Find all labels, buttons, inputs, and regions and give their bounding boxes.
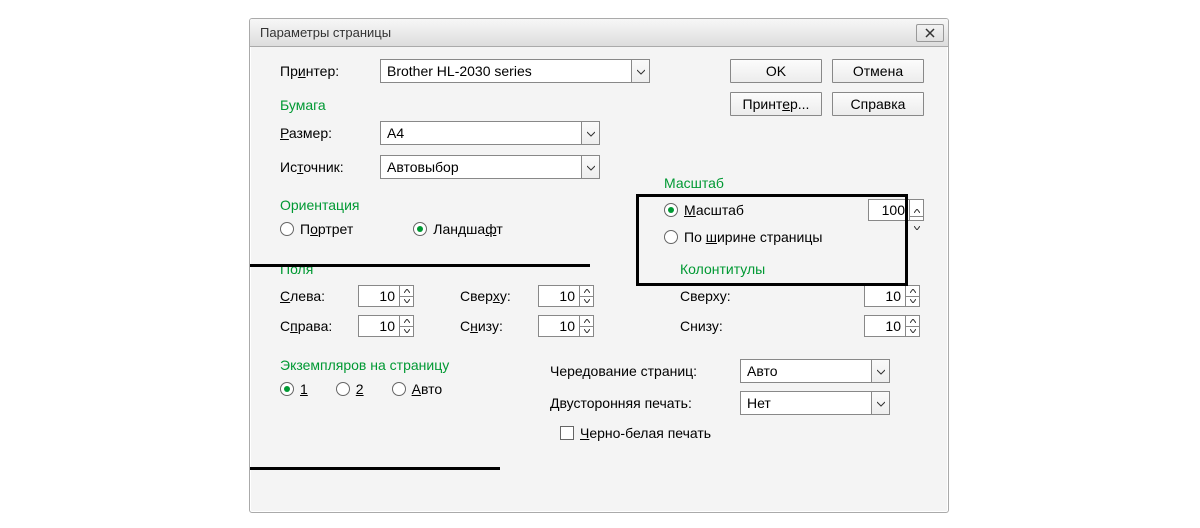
margins-section-title: Поля (280, 255, 640, 281)
orientation-landscape-radio[interactable]: Ландшафт (413, 221, 503, 237)
scale-value: 100 (869, 200, 909, 220)
headers-section-title: Колонтитулы (680, 255, 920, 281)
radio-icon (392, 382, 406, 396)
margin-left-label: Слева: (280, 288, 350, 304)
titlebar: Параметры страницы (250, 19, 948, 47)
paper-source-button[interactable] (581, 156, 599, 178)
margin-right-label: Справа: (280, 318, 350, 334)
header-bottom-spinner[interactable]: 10 (864, 315, 920, 337)
duplex-label: Двусторонняя печать: (550, 395, 730, 411)
printer-combo-button[interactable] (631, 60, 649, 82)
close-icon (925, 25, 935, 41)
scale-section-title: Масштаб (664, 169, 924, 195)
margin-left-spinner[interactable]: 10 (358, 285, 414, 307)
copies-two-radio[interactable]: 2 (336, 381, 364, 397)
header-top-label: Сверху: (680, 288, 750, 304)
chevron-down-icon (637, 63, 645, 79)
scale-custom-radio[interactable]: Масштаб (664, 202, 744, 218)
radio-icon (280, 382, 294, 396)
margin-right-spinner[interactable]: 10 (358, 315, 414, 337)
bw-print-checkbox[interactable]: Черно-белая печать (560, 425, 711, 441)
radio-icon (336, 382, 350, 396)
dialog-content: Принтер: Brother HL-2030 series OK Отмен… (250, 47, 948, 457)
orientation-section-title: Ориентация (280, 191, 610, 217)
chevron-down-icon (877, 363, 885, 379)
printer-combo-text: Brother HL-2030 series (381, 60, 631, 82)
checkbox-icon (560, 426, 574, 440)
help-button[interactable]: Справка (832, 92, 924, 116)
scale-step-down[interactable] (910, 216, 923, 233)
printer-label: Принтер: (280, 63, 370, 79)
window-title: Параметры страницы (260, 25, 916, 40)
paper-source-combo[interactable]: Автовыбор (380, 155, 600, 179)
paper-source-label: Источник: (280, 159, 370, 175)
orientation-landscape-label: Ландшафт (433, 221, 503, 237)
duplex-combo-button[interactable] (871, 392, 889, 414)
duplex-combo[interactable]: Нет (740, 391, 890, 415)
paper-size-combo[interactable]: A4 (380, 121, 600, 145)
paper-size-label: Размер: (280, 125, 370, 141)
scale-spinner[interactable]: 100 (868, 199, 924, 221)
close-button[interactable] (916, 24, 944, 42)
header-bottom-label: Снизу: (680, 318, 750, 334)
radio-icon (664, 230, 678, 244)
paper-section-title: Бумага (280, 91, 326, 117)
chevron-down-icon (587, 159, 595, 175)
copies-one-label: 1 (300, 381, 308, 397)
copies-two-label: 2 (356, 381, 364, 397)
orientation-portrait-radio[interactable]: Портрет (280, 221, 353, 237)
printer-combo[interactable]: Brother HL-2030 series (380, 59, 650, 83)
margin-top-label: Сверху: (460, 288, 530, 304)
paper-source-text: Автовыбор (381, 156, 581, 178)
chevron-down-icon (587, 125, 595, 141)
copies-auto-label: Авто (412, 381, 443, 397)
radio-icon (280, 222, 294, 236)
scale-fit-radio[interactable]: По ширине страницы (664, 229, 822, 245)
radio-icon (664, 203, 678, 217)
bw-print-label: Черно-белая печать (580, 425, 711, 441)
interleave-combo[interactable]: Авто (740, 359, 890, 383)
paper-size-button[interactable] (581, 122, 599, 144)
paper-size-text: A4 (381, 122, 581, 144)
printer-settings-button[interactable]: Принтер... (730, 92, 822, 116)
margin-top-spinner[interactable]: 10 (538, 285, 594, 307)
cancel-button[interactable]: Отмена (832, 59, 924, 83)
chevron-down-icon (914, 217, 920, 233)
copies-section-title: Экземпляров на страницу (280, 351, 530, 377)
interleave-combo-button[interactable] (871, 360, 889, 382)
header-top-spinner[interactable]: 10 (864, 285, 920, 307)
copies-one-radio[interactable]: 1 (280, 381, 308, 397)
margin-bottom-spinner[interactable]: 10 (538, 315, 594, 337)
highlight-copies (250, 467, 500, 470)
scale-step-up[interactable] (910, 200, 923, 216)
radio-icon (413, 222, 427, 236)
scale-fit-label: По ширине страницы (684, 229, 822, 245)
orientation-portrait-label: Портрет (300, 221, 353, 237)
margin-bottom-label: Снизу: (460, 318, 530, 334)
chevron-down-icon (877, 395, 885, 411)
interleave-label: Чередование страниц: (550, 363, 730, 379)
chevron-up-icon (914, 200, 920, 216)
copies-auto-radio[interactable]: Авто (392, 381, 443, 397)
page-setup-dialog: Параметры страницы Принтер: Brother HL-2… (249, 18, 949, 513)
ok-button[interactable]: OK (730, 59, 822, 83)
scale-custom-label: Масштаб (684, 202, 744, 218)
